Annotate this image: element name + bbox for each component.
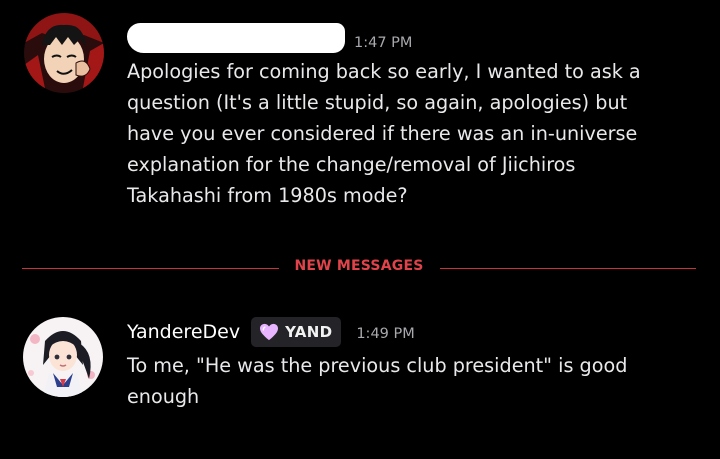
guild-tag[interactable]: YAND [251,317,342,347]
message-content: To me, "He was the previous club preside… [127,354,628,408]
message-header: YandereDev YAND 1:49 PM [127,317,415,347]
new-messages-label: NEW MESSAGES [294,258,424,274]
heart-icon [260,323,279,341]
username[interactable]: YandereDev [127,321,240,343]
timestamp[interactable]: 1:47 PM [354,35,412,51]
user-avatar[interactable] [24,13,104,93]
divider-line-right [440,268,696,269]
avatar-image [23,317,103,397]
username-redacted [127,23,345,53]
message-content: Apologies for coming back so early, I wa… [127,60,641,207]
user-avatar[interactable] [23,317,103,397]
message-header: 1:47 PM [127,22,412,54]
avatar-image [24,13,104,93]
timestamp[interactable]: 1:49 PM [356,326,414,342]
guild-tag-label: YAND [285,323,333,341]
